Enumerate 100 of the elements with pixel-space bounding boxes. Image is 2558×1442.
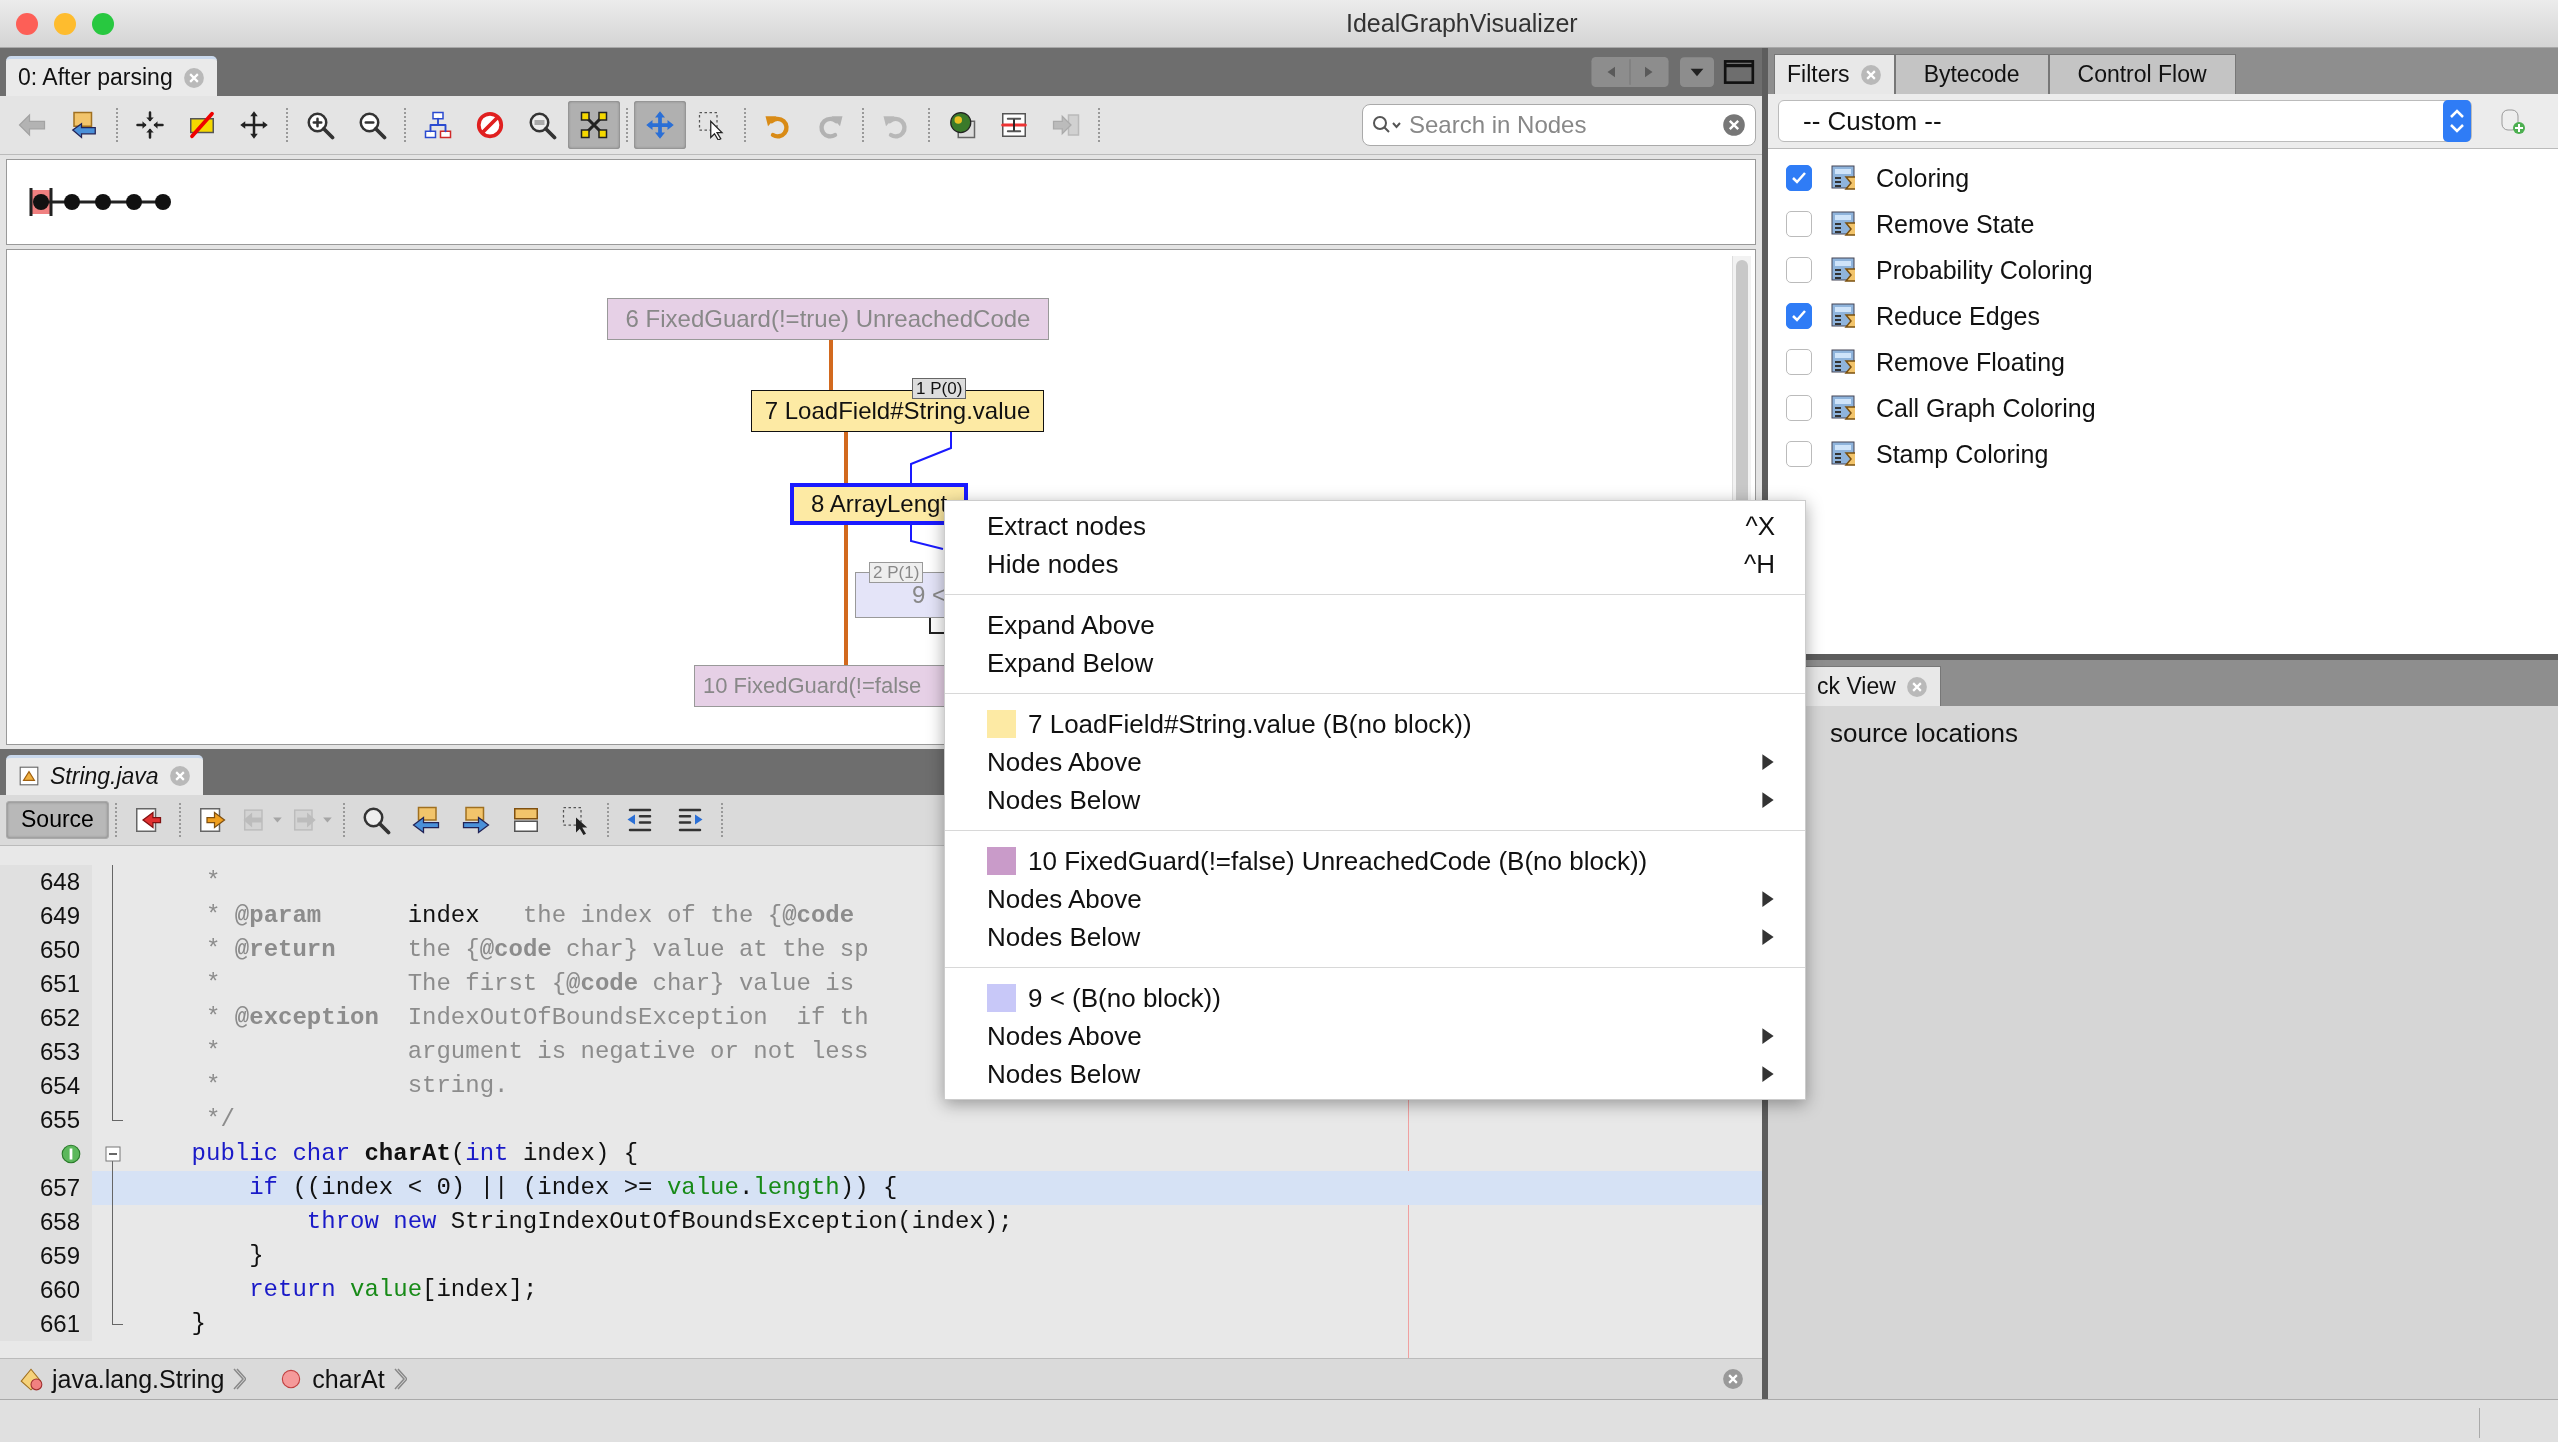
submenu-item[interactable]: Nodes Above — [945, 880, 1805, 918]
code-line: } — [190, 1310, 206, 1337]
edge-line — [929, 617, 947, 634]
node-label: 7 LoadField#String.value — [764, 397, 1031, 425]
submenu-item[interactable]: Nodes Below — [945, 781, 1805, 819]
filter-script-icon — [1830, 256, 1858, 284]
port-label: 2 P(1) — [869, 562, 924, 583]
code-line: */ — [205, 1106, 235, 1133]
source-file-tab[interactable]: String.java — [6, 754, 203, 795]
edge-line — [910, 523, 944, 550]
breadcrumb-item[interactable]: java.lang.String — [52, 1364, 225, 1394]
filter-name[interactable]: Call Graph Coloring — [1876, 393, 2096, 423]
submenu-item[interactable]: Nodes Above — [945, 743, 1805, 781]
search-field[interactable]: Search in Nodes — [1362, 104, 1756, 146]
crossed-out-icon — [187, 110, 217, 140]
filter-name[interactable]: Remove Floating — [1876, 347, 2065, 377]
submenu-arrow-icon — [1761, 1027, 1775, 1045]
graph-node[interactable]: 8 ArrayLengt — [790, 483, 968, 525]
filter-script-icon — [1830, 394, 1858, 422]
tab-scroll-arrows-icon[interactable] — [1588, 57, 1672, 87]
code-line: throw new StringIndexOutOfBoundsException(index); — [305, 1208, 1013, 1235]
empty-message: source locations — [1830, 718, 2018, 748]
submenu-item[interactable]: Nodes Below — [945, 1055, 1805, 1093]
java-file-icon — [18, 765, 40, 787]
submenu-arrow-icon — [1761, 791, 1775, 809]
document-arrow-icon — [410, 804, 441, 835]
code-line: } — [248, 1242, 264, 1269]
port-label: 1 P(0) — [912, 378, 967, 399]
panel-tab[interactable]: Bytecode — [1894, 54, 2049, 94]
line-number: 649 — [39, 901, 80, 930]
code-line: * string. — [205, 1072, 509, 1099]
four-way-arrow-icon — [645, 110, 675, 140]
breadcrumb-item[interactable]: charAt — [312, 1364, 385, 1394]
submenu-arrow-icon — [1761, 1065, 1775, 1083]
line-number: 660 — [39, 1275, 80, 1304]
filter-script-icon — [1830, 164, 1858, 192]
filter-checkbox[interactable] — [1786, 211, 1812, 237]
collapse-icon[interactable] — [105, 1145, 121, 1162]
add-filter-icon[interactable] — [2498, 107, 2526, 135]
filter-script-icon — [1830, 348, 1858, 376]
hierarchy-icon — [423, 110, 453, 140]
filter-checkbox[interactable] — [1786, 303, 1812, 329]
filter-script-icon — [1830, 210, 1858, 238]
clear-icon[interactable] — [1722, 113, 1746, 137]
fit-arrows-icon — [579, 110, 609, 140]
line-number: 659 — [39, 1241, 80, 1270]
filter-profile-dropdown[interactable]: -- Custom -- — [1778, 100, 2472, 142]
line-number: 654 — [39, 1071, 80, 1100]
menu-item[interactable]: 7 LoadField#String.value (B(no block)) — [1028, 708, 1472, 740]
panel-tab[interactable]: Control Flow — [2048, 54, 2236, 94]
dropdown-icon[interactable] — [1680, 57, 1714, 87]
source-view-button[interactable]: Source — [6, 800, 109, 839]
line-number: 653 — [39, 1037, 80, 1066]
chevron-icon[interactable] — [232, 1367, 247, 1391]
code-line: return value[index]; — [248, 1276, 538, 1303]
filter-checkbox[interactable] — [1786, 257, 1812, 283]
document-arrow-icon — [69, 110, 99, 140]
filter-name[interactable]: Remove State — [1876, 209, 2035, 239]
code-line: * @return the {@code char} value at the sp — [205, 936, 869, 963]
stepper-icon — [2443, 100, 2471, 142]
window-title: IdealGraphVisualizer — [1346, 9, 1578, 38]
close-window-button[interactable] — [16, 12, 38, 35]
filter-checkbox[interactable] — [1786, 395, 1812, 421]
chevron-icon[interactable] — [392, 1367, 407, 1391]
edge-line — [910, 431, 952, 484]
code-line: * @param index the index of the {@code — [205, 902, 855, 929]
filter-checkbox[interactable] — [1786, 165, 1812, 191]
class-icon — [18, 1366, 44, 1392]
circle-marker-icon[interactable] — [60, 1142, 82, 1165]
menu-item[interactable]: 10 FixedGuard(!=false) UnreachedCode (B(no block)) — [1028, 845, 1648, 877]
code-line: if ((index < 0) || (index >= value.length)) { — [248, 1174, 898, 1201]
filter-name[interactable]: Reduce Edges — [1876, 301, 2040, 331]
fit-arrows-button[interactable] — [568, 101, 620, 149]
graph-tab[interactable]: 0: After parsing — [6, 56, 217, 96]
search-icon — [1372, 115, 1402, 135]
submenu-arrow-icon — [1761, 890, 1775, 908]
filter-name[interactable]: Stamp Coloring — [1876, 439, 2049, 469]
code-line: * argument is negative or not less — [205, 1038, 869, 1065]
code-line: * @exception IndexOutOfBoundsException if th — [205, 1004, 869, 1031]
menu-item[interactable]: 9 < (B(no block)) — [1028, 982, 1221, 1014]
submenu-item[interactable]: Nodes Above — [945, 1017, 1805, 1055]
panel-tab[interactable]: Filters — [1774, 54, 1895, 94]
line-number: 657 — [39, 1173, 80, 1202]
zoom-in-icon — [305, 110, 335, 140]
submenu-item[interactable]: Nodes Below — [945, 918, 1805, 956]
maximize-icon[interactable] — [1722, 57, 1756, 87]
code-line: public char charAt(int index) { — [190, 1140, 639, 1167]
close-icon[interactable] — [1722, 1368, 1744, 1390]
filter-checkbox[interactable] — [1786, 441, 1812, 467]
line-number: 658 — [39, 1207, 80, 1236]
submenu-arrow-icon — [1761, 928, 1775, 946]
filter-name[interactable]: Probability Coloring — [1876, 255, 2093, 285]
shortcut-label: ^X — [1745, 510, 1775, 542]
code-line: * The first {@code char} value is — [205, 970, 855, 997]
filter-checkbox[interactable] — [1786, 349, 1812, 375]
inward-arrows-icon — [135, 110, 165, 140]
node-label: 6 FixedGuard(!=true) UnreachedCode — [625, 305, 1031, 333]
line-number: 648 — [39, 867, 80, 896]
line-number: 655 — [39, 1105, 80, 1134]
filter-name[interactable]: Coloring — [1876, 163, 1970, 193]
